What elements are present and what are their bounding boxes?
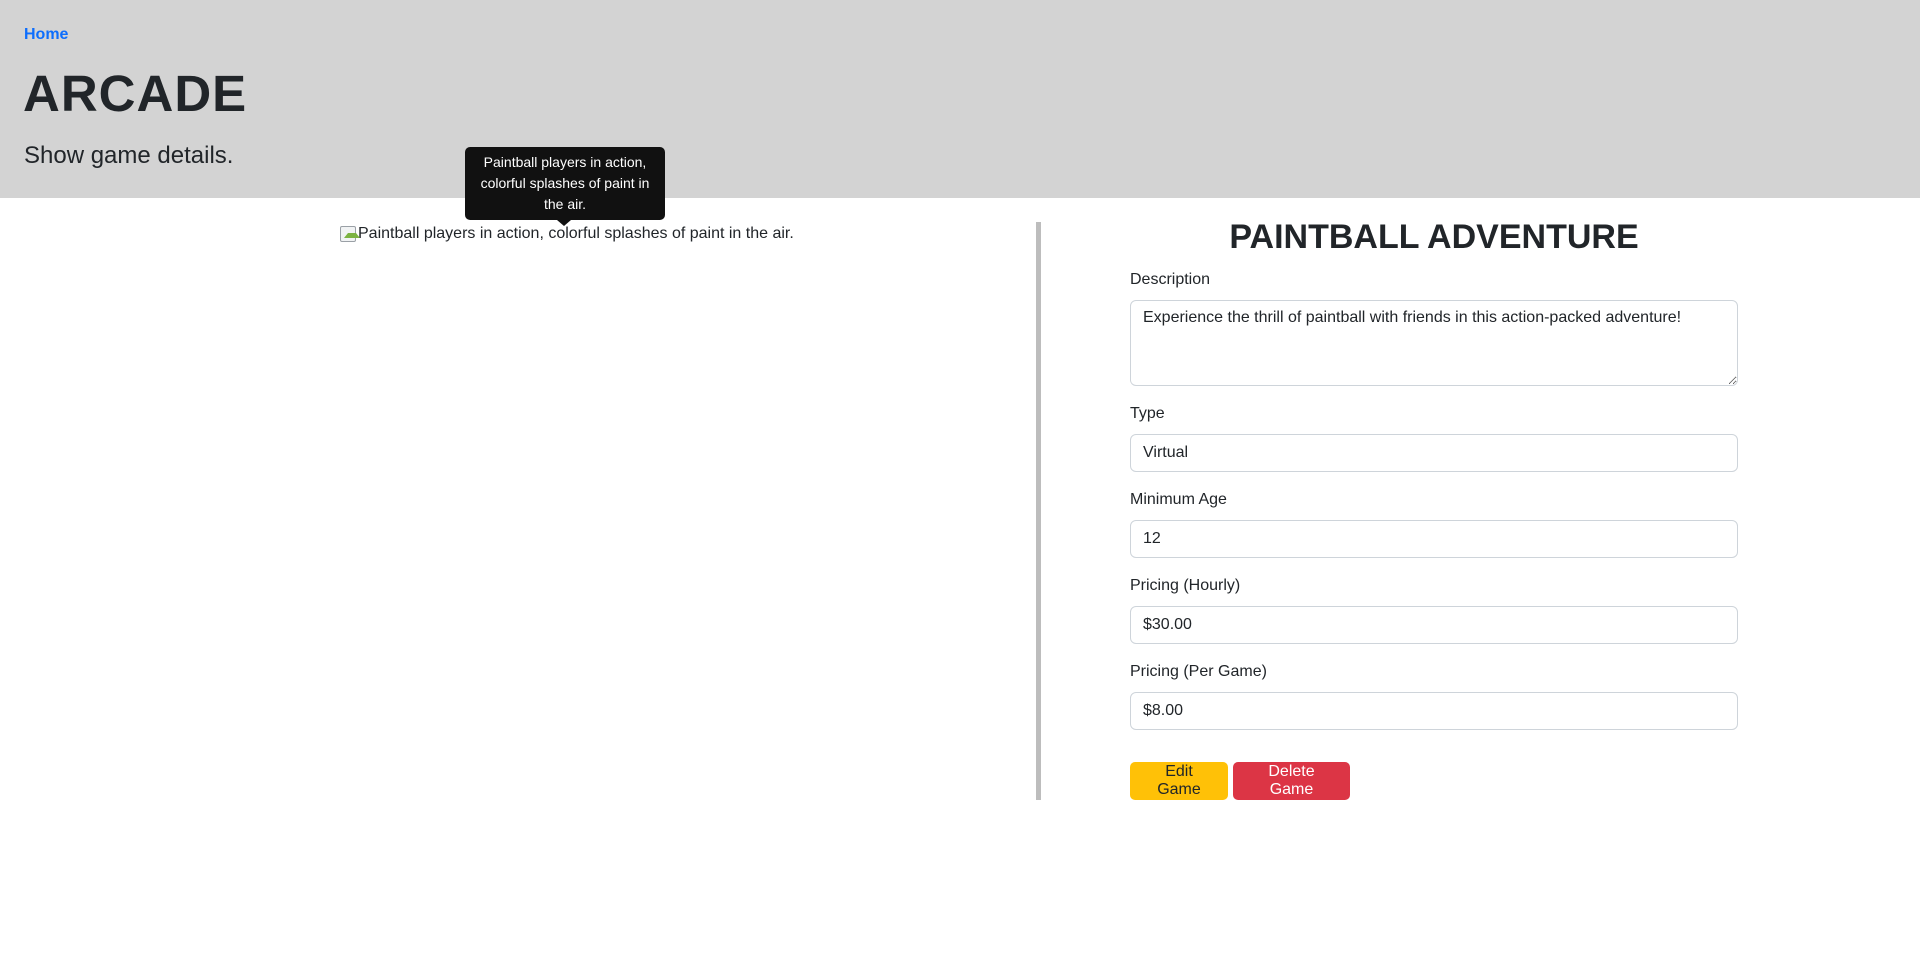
page-header: Home ARCADE Show game details. <box>0 0 1920 198</box>
pricing-hourly-label: Pricing (Hourly) <box>1130 577 1241 594</box>
pricing-per-game-label: Pricing (Per Game) <box>1130 663 1267 680</box>
minimum-age-input[interactable] <box>1130 520 1738 558</box>
pricing-per-game-input[interactable] <box>1130 692 1738 730</box>
edit-game-button[interactable]: Edit Game <box>1130 762 1228 800</box>
description-label: Description <box>1130 271 1211 288</box>
type-label: Type <box>1130 405 1165 422</box>
page-subtitle: Show game details. <box>24 142 234 169</box>
broken-image-icon <box>340 226 360 242</box>
home-link[interactable]: Home <box>24 26 68 44</box>
page-title: ARCADE <box>23 65 248 122</box>
game-image-alt-text: Paintball players in action, colorful sp… <box>358 225 794 242</box>
type-input[interactable] <box>1130 434 1738 472</box>
image-tooltip: Paintball players in action, colorful sp… <box>465 147 665 226</box>
description-textarea[interactable] <box>1130 300 1738 386</box>
pricing-hourly-input[interactable] <box>1130 606 1738 644</box>
minimum-age-label: Minimum Age <box>1130 491 1227 508</box>
game-name-heading: PAINTBALL ADVENTURE <box>1229 218 1639 256</box>
game-image: Paintball players in action, colorful sp… <box>340 225 794 243</box>
delete-game-button[interactable]: Delete Game <box>1233 762 1350 800</box>
vertical-divider <box>1036 222 1041 800</box>
